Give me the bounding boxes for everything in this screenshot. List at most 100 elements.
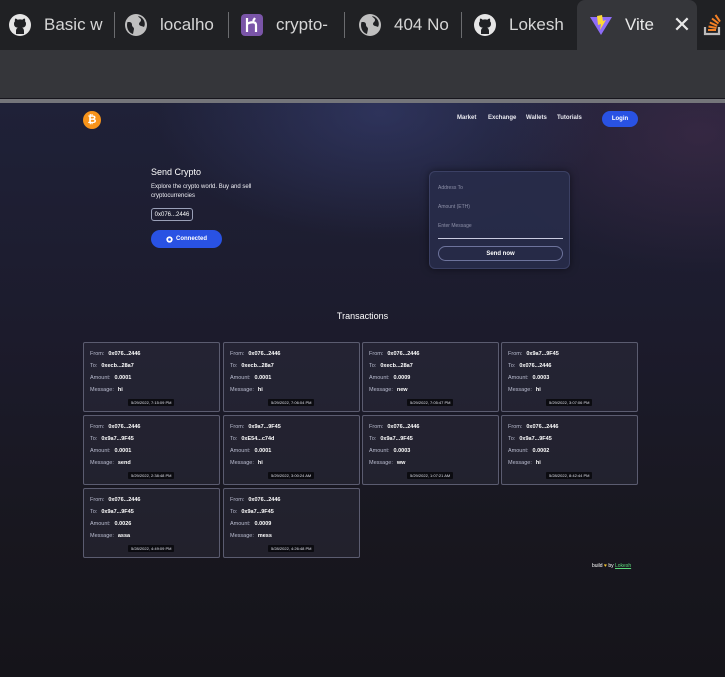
transaction-to-label: To: [90,363,98,369]
transaction-from-row: From: 0x076...2446 [369,351,420,357]
transaction-amount-label: Amount: [90,448,111,454]
transaction-timestamp: 5/29/2022, 1:07:21 AM [407,472,454,479]
transaction-from-value: 0x076...2446 [248,351,281,357]
transaction-to-row: To: 0xecb...28a7 [369,363,413,369]
transaction-amount-row: Amount: 0.0002 [508,448,549,454]
transaction-to-label: To: [230,436,238,442]
transaction-to-row: To: 0x9a7...9F45 [90,436,134,442]
nav-market[interactable]: Market [457,115,476,121]
transaction-card: From: 0x076...2446 To: 0x9a7...9F45 Amount: 0… [362,415,499,485]
transaction-from-row: From: 0x076...2446 [90,497,141,503]
login-button[interactable]: Login [602,111,638,127]
stackoverflow-icon [701,13,725,37]
send-button[interactable]: Send now [438,246,563,261]
browser-tab[interactable]: Lokesh [465,0,575,50]
transaction-to-label: To: [230,509,238,515]
transaction-from-value: 0x076...2446 [248,497,281,503]
transaction-message-row: Message: hi [230,387,263,393]
transaction-amount-label: Amount: [369,375,390,381]
transaction-from-value: 0x9a7...9F45 [526,351,559,357]
transaction-from-label: From: [230,351,245,357]
transaction-message-row: Message: hi [90,387,123,393]
author-link[interactable]: Lokesh [615,563,631,569]
transaction-amount-value: 0.0001 [114,375,132,381]
browser-tab[interactable]: localho [118,0,226,50]
transaction-to-label: To: [90,509,98,515]
transactions-title: Transactions [336,311,389,321]
nav-wallets[interactable]: Wallets [526,115,547,121]
transaction-message-value: assa [117,533,131,539]
browser-tab[interactable]: Basic w [0,0,112,50]
browser-tab[interactable]: 404 No [348,0,458,50]
wallet-address: 0x076...2446 [151,208,193,221]
transaction-from-row: From: 0x076...2446 [90,351,141,357]
transaction-from-row: From: 0x076...2446 [230,497,281,503]
transaction-amount-label: Amount: [90,375,111,381]
transaction-amount-label: Amount: [230,521,251,527]
transaction-amount-label: Amount: [369,448,390,454]
close-icon[interactable]: ✕ [670,12,694,37]
transaction-amount-value: 0.0001 [254,375,272,381]
tab-title: 404 No [394,15,449,34]
transaction-amount-value: 0.0003 [532,375,550,381]
transaction-amount-row: Amount: 0.0001 [90,448,131,454]
transaction-timestamp: 5/29/2022, 2:38:48 PM [128,472,175,479]
transaction-from-label: From: [230,497,245,503]
transaction-message-row: Message: assa [90,533,130,539]
transaction-amount-value: 0.0009 [254,521,272,527]
transaction-timestamp: 5/28/2022, 4:26:48 PM [268,545,315,552]
browser-tab[interactable]: crypto- [232,0,342,50]
app-page: ₿ Market Exchange Wallets Tutorials Logi… [0,103,725,677]
transaction-amount-label: Amount: [90,521,111,527]
transaction-to-value: 0x9a7...9F45 [241,509,274,515]
tab-title: Lokesh [509,15,564,34]
tab-title: Basic w [44,15,103,34]
transaction-to-value: 0xE54...c74d [241,436,275,442]
transaction-message-row: Message: hi [230,460,263,466]
footer-credit: build ♥ by Lokesh [592,563,631,569]
transaction-message-value: ww [396,460,406,466]
transaction-card: From: 0x076...2446 To: 0x9a7...9F45 Amount: 0… [223,488,360,558]
transaction-message-value: hi [257,460,263,466]
browser-tab[interactable] [701,0,725,50]
transaction-message-label: Message: [508,387,532,393]
transaction-to-label: To: [369,436,377,442]
message-input[interactable] [438,220,563,232]
transaction-timestamp: 5/29/2022, 7:15:09 PM [128,399,175,406]
browser-tab-active[interactable]: Vite ✕ [577,0,697,50]
transaction-card: From: 0x9a7...9F45 To: 0xE54...c74d Amount: 0… [223,415,360,485]
bitcoin-logo-icon[interactable]: ₿ [83,111,101,129]
transaction-message-row: Message: hi [508,460,541,466]
transaction-from-label: From: [369,351,384,357]
hero-title: Send Crypto [151,167,202,177]
nav-tutorials[interactable]: Tutorials [557,115,582,121]
address-input[interactable] [438,182,563,194]
transaction-card: From: 0x076...2446 To: 0x9a7...9F45 Amount: 0… [501,415,638,485]
transaction-amount-value: 0.0026 [114,521,132,527]
transaction-timestamp: 5/29/2022, 3:07:06 PM [546,399,593,406]
transaction-from-label: From: [90,497,105,503]
transaction-amount-value: 0.0002 [532,448,550,454]
transaction-amount-row: Amount: 0.0001 [230,448,271,454]
transaction-timestamp: 5/28/2022, 8:42:44 PM [546,472,593,479]
transaction-amount-label: Amount: [230,375,251,381]
transaction-card: From: 0x076...2446 To: 0xecb...28a7 Amount: 0… [223,342,360,412]
tab-title: Vite [625,15,654,34]
transaction-amount-row: Amount: 0.0026 [90,521,131,527]
transaction-to-label: To: [369,363,377,369]
transaction-to-value: 0x9a7...9F45 [101,509,134,515]
amount-input[interactable] [438,201,563,213]
transaction-from-value: 0x076...2446 [108,424,141,430]
transaction-message-row: Message: hi [508,387,541,393]
hero-subtitle: Explore the crypto world. Buy and sell c… [151,184,252,199]
transaction-amount-label: Amount: [508,375,529,381]
nav-exchange[interactable]: Exchange [488,115,516,121]
transaction-from-row: From: 0x076...2446 [508,424,559,430]
transaction-from-value: 0x076...2446 [108,351,141,357]
plug-icon [166,235,173,243]
connected-label: Connected [175,236,207,242]
browser-toolbar [0,50,725,98]
tab-separator [461,12,462,38]
connected-button[interactable]: Connected [151,230,222,248]
transaction-message-value: new [396,387,408,393]
